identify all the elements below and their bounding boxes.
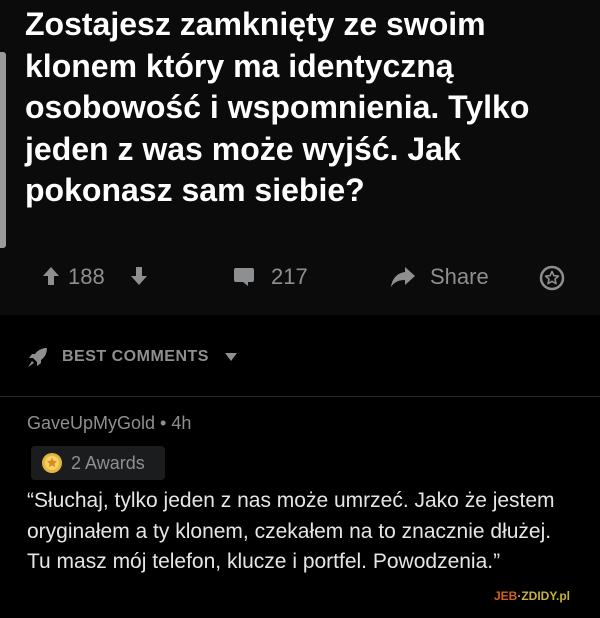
- award-badge-icon: [42, 453, 62, 473]
- comment-text: “Słuchaj, tylko jeden z nas może umrzeć.…: [27, 489, 555, 573]
- comments-count[interactable]: 217: [271, 264, 308, 290]
- divider: [0, 396, 600, 397]
- awards-label: 2 Awards: [71, 453, 145, 473]
- post-actions-bar: 188 217 Share: [0, 258, 600, 298]
- vote-score: 188: [68, 264, 105, 289]
- share-button[interactable]: Share: [430, 264, 489, 290]
- comment-icon[interactable]: [233, 267, 255, 287]
- watermark-logo: JEB·ZDIDY.pl: [494, 589, 571, 603]
- arrow-up-icon[interactable]: [43, 267, 59, 285]
- rocket-icon: [28, 348, 47, 367]
- chevron-down-icon: [225, 353, 237, 361]
- comment-sort-dropdown[interactable]: BEST COMMENTS: [26, 343, 266, 371]
- post-card: Zostajesz zamknięty ze swoim klonem któr…: [0, 0, 600, 315]
- share-arrow-icon[interactable]: [390, 266, 416, 288]
- award-icon[interactable]: [538, 264, 566, 292]
- comment-awards-badge[interactable]: 2 Awards: [31, 446, 165, 480]
- comment-author-time[interactable]: GaveUpMyGold • 4h: [27, 413, 191, 434]
- post-title: Zostajesz zamknięty ze swoim klonem któr…: [25, 6, 530, 208]
- scroll-indicator: [0, 52, 6, 248]
- sort-label: BEST COMMENTS: [62, 348, 209, 365]
- arrow-down-icon[interactable]: [131, 267, 147, 285]
